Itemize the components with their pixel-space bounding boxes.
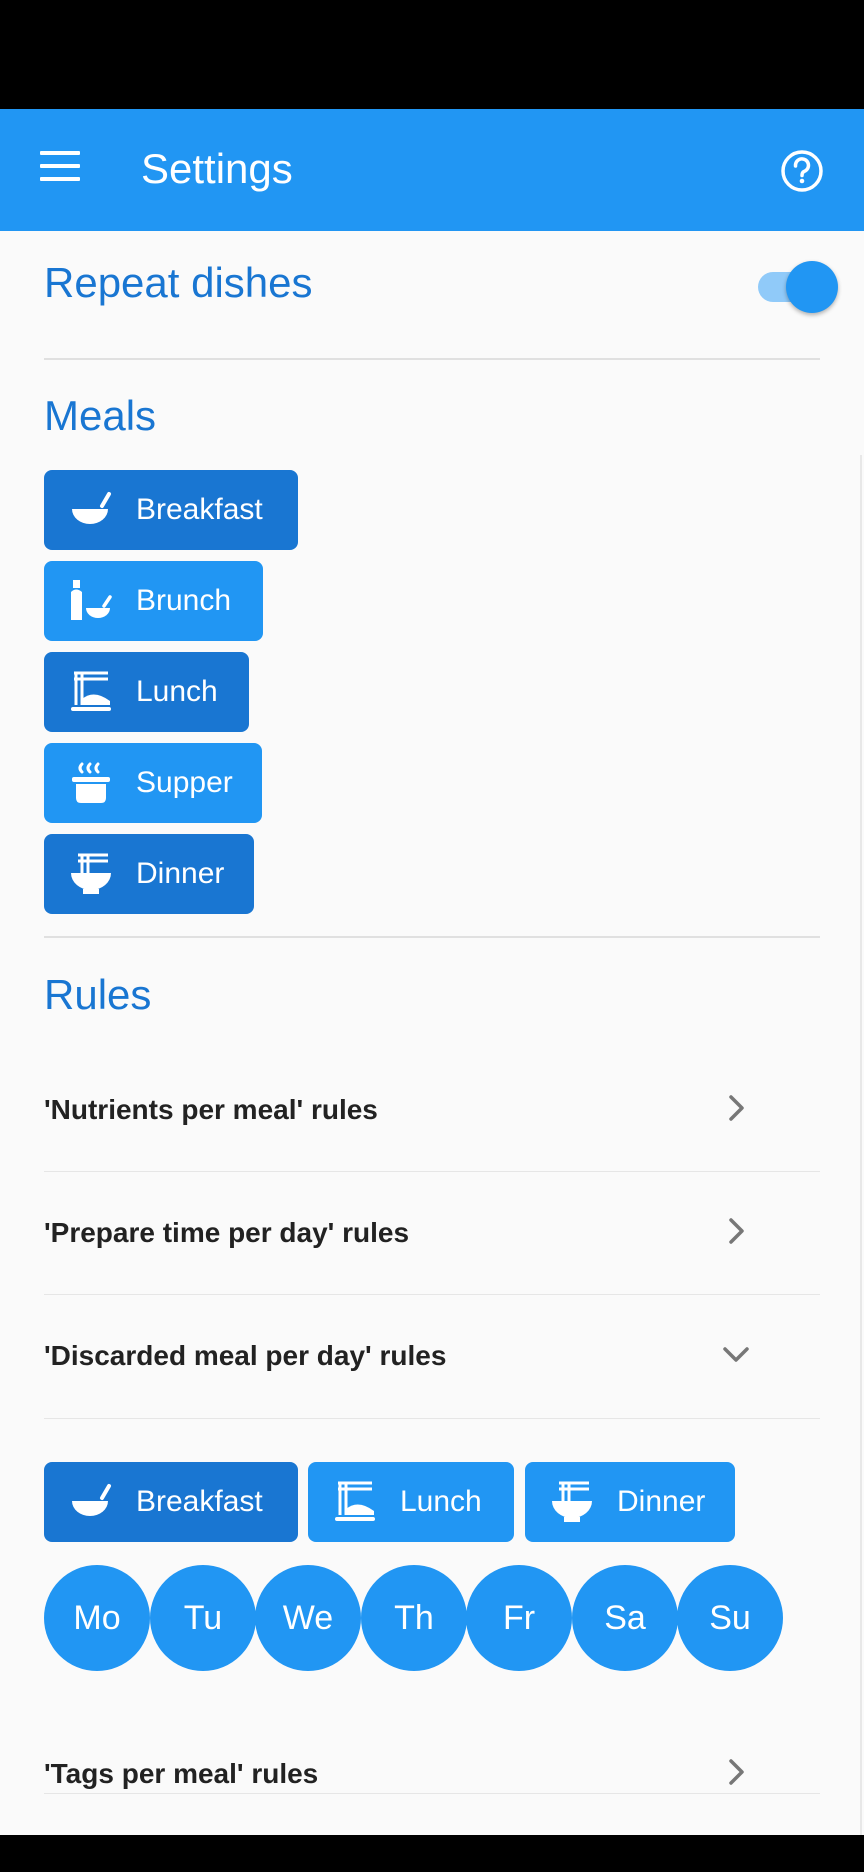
chevron-right-icon bbox=[729, 1095, 744, 1121]
rule-label: 'Nutrients per meal' rules bbox=[44, 1094, 378, 1125]
meal-chip-breakfast[interactable]: Breakfast bbox=[44, 470, 298, 550]
meals-title: Meals bbox=[44, 392, 157, 439]
day-button-we[interactable]: We bbox=[255, 1565, 361, 1671]
meal-chip-supper[interactable]: Supper bbox=[44, 743, 262, 823]
meal-chip-label: Supper bbox=[136, 766, 233, 799]
rule-nutrients-per-meal[interactable]: 'Nutrients per meal' rules bbox=[44, 1066, 820, 1156]
rules-title: Rules bbox=[44, 971, 152, 1018]
status-bar bbox=[0, 0, 864, 109]
meal-chip-label: Breakfast bbox=[136, 493, 263, 526]
meal-chip-label: Dinner bbox=[136, 857, 225, 890]
menu-icon[interactable] bbox=[40, 151, 82, 187]
divider bbox=[44, 1294, 820, 1295]
day-button-sa[interactable]: Sa bbox=[572, 1565, 678, 1671]
noodle-plate-icon bbox=[71, 671, 111, 711]
divider bbox=[44, 1171, 820, 1172]
bowl-icon bbox=[72, 492, 111, 524]
noodle-bowl-icon bbox=[71, 853, 111, 894]
toggle-thumb bbox=[786, 261, 838, 313]
discarded-chip-breakfast[interactable]: Breakfast bbox=[44, 1462, 298, 1542]
meal-chip-dinner[interactable]: Dinner bbox=[44, 834, 254, 914]
rule-label: 'Discarded meal per day' rules bbox=[44, 1340, 447, 1371]
noodle-bowl-icon bbox=[552, 1481, 592, 1522]
discarded-chip-label: Dinner bbox=[617, 1485, 706, 1518]
divider bbox=[44, 1418, 820, 1419]
meal-chip-brunch[interactable]: Brunch bbox=[44, 561, 263, 641]
navigation-bar bbox=[0, 1835, 864, 1872]
discarded-chip-lunch[interactable]: Lunch bbox=[308, 1462, 514, 1542]
meal-chip-lunch[interactable]: Lunch bbox=[44, 652, 249, 732]
bowl-icon bbox=[72, 1484, 111, 1516]
discarded-chip-label: Breakfast bbox=[136, 1485, 263, 1518]
chevron-right-icon bbox=[729, 1218, 744, 1244]
day-button-fr[interactable]: Fr bbox=[466, 1565, 572, 1671]
bottle-bowl-icon bbox=[71, 580, 112, 620]
divider bbox=[44, 1793, 820, 1794]
meal-chip-label: Lunch bbox=[136, 675, 218, 708]
repeat-dishes-title: Repeat dishes bbox=[44, 259, 313, 306]
divider bbox=[44, 936, 820, 938]
repeat-dishes-toggle[interactable] bbox=[756, 256, 842, 316]
chevron-down-icon bbox=[723, 1347, 749, 1362]
rule-tags-per-meal[interactable]: 'Tags per meal' rules bbox=[44, 1730, 820, 1820]
app-bar: Settings bbox=[0, 109, 864, 231]
rule-label: 'Prepare time per day' rules bbox=[44, 1217, 410, 1248]
discarded-chip-label: Lunch bbox=[400, 1485, 482, 1518]
rule-discarded-meal-per-day[interactable]: 'Discarded meal per day' rules bbox=[44, 1312, 820, 1402]
page-title: Settings bbox=[141, 145, 293, 192]
day-button-th[interactable]: Th bbox=[361, 1565, 467, 1671]
day-button-su[interactable]: Su bbox=[677, 1565, 783, 1671]
meal-chip-label: Brunch bbox=[136, 584, 232, 617]
rule-label: 'Tags per meal' rules bbox=[44, 1758, 319, 1789]
noodle-plate-icon bbox=[335, 1481, 375, 1521]
day-button-tu[interactable]: Tu bbox=[150, 1565, 256, 1671]
help-circle-icon[interactable] bbox=[780, 149, 824, 193]
divider bbox=[44, 358, 820, 360]
day-button-mo[interactable]: Mo bbox=[44, 1565, 150, 1671]
discarded-chip-dinner[interactable]: Dinner bbox=[525, 1462, 735, 1542]
scrollbar[interactable] bbox=[860, 455, 862, 1835]
steaming-pot-icon bbox=[72, 762, 110, 803]
rule-prepare-time-per-day[interactable]: 'Prepare time per day' rules bbox=[44, 1189, 820, 1279]
chevron-right-icon bbox=[729, 1759, 744, 1785]
